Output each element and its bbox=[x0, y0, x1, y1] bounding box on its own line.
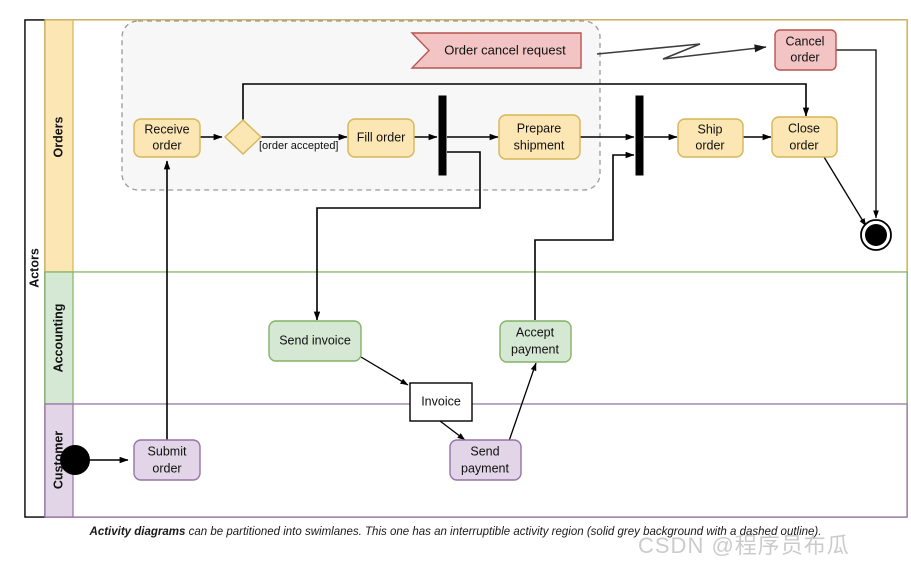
node-cancel-order-label-line1: Cancel bbox=[786, 34, 825, 48]
node-receive-order[interactable]: Receive order bbox=[133, 118, 201, 158]
node-send-payment-label-line1: Send bbox=[470, 444, 499, 458]
swimlane-accounting[interactable]: Accounting bbox=[44, 271, 908, 405]
node-initial[interactable] bbox=[60, 445, 90, 475]
node-fill-order[interactable]: Fill order bbox=[347, 118, 415, 158]
node-ship-order-label-line1: Ship bbox=[697, 122, 722, 136]
partition-header-label: Actors bbox=[27, 248, 41, 288]
node-final-inner-disc bbox=[865, 224, 887, 246]
node-cancel-order-label-line2: order bbox=[790, 50, 819, 64]
figure-caption-rest: can be partitioned into swimlanes. This … bbox=[185, 526, 822, 538]
node-close-order[interactable]: Close order bbox=[771, 116, 838, 158]
node-invoice-object-label: Invoice bbox=[421, 394, 461, 408]
node-receive-order-label-line1: Receive bbox=[144, 122, 189, 136]
node-submit-order-label-line1: Submit bbox=[148, 444, 187, 458]
swimlane-accounting-label: Accounting bbox=[51, 304, 65, 373]
node-accept-payment[interactable]: Accept payment bbox=[499, 320, 572, 363]
node-join-bar[interactable] bbox=[635, 95, 644, 176]
partition-header-actors: Actors bbox=[24, 19, 46, 518]
node-prepare-shipment[interactable]: Prepare shipment bbox=[498, 114, 581, 160]
activity-diagram-root: Actors Orders Accounting Customer [order… bbox=[0, 0, 911, 561]
node-close-order-label-line1: Close bbox=[788, 121, 820, 135]
node-order-cancel-request[interactable]: Order cancel request bbox=[410, 32, 582, 69]
swimlane-accounting-body bbox=[44, 271, 908, 405]
node-close-order-label-line2: order bbox=[789, 138, 818, 152]
node-ship-order[interactable]: Ship order bbox=[677, 118, 744, 158]
node-accept-payment-label-line2: payment bbox=[511, 342, 559, 356]
node-send-invoice-label: Send invoice bbox=[279, 333, 351, 347]
node-cancel-order[interactable]: Cancel order bbox=[774, 29, 837, 71]
activity-diagram-canvas: Actors Orders Accounting Customer [order… bbox=[24, 19, 908, 518]
node-submit-order-label-line2: order bbox=[152, 461, 181, 475]
node-final[interactable] bbox=[860, 219, 892, 251]
node-fork-bar[interactable] bbox=[438, 95, 447, 176]
node-submit-order[interactable]: Submit order bbox=[133, 439, 201, 481]
node-invoice-object[interactable]: Invoice bbox=[409, 382, 473, 422]
node-send-invoice[interactable]: Send invoice bbox=[268, 320, 362, 362]
node-send-payment[interactable]: Send payment bbox=[449, 439, 522, 481]
node-prepare-shipment-label-line1: Prepare bbox=[517, 121, 562, 135]
figure-caption-bold: Activity diagrams bbox=[89, 526, 186, 538]
figure-caption: Activity diagrams can be partitioned int… bbox=[0, 526, 911, 538]
node-fill-order-label: Fill order bbox=[357, 130, 406, 144]
node-prepare-shipment-label-line2: shipment bbox=[514, 138, 565, 152]
node-accept-payment-label-line1: Accept bbox=[516, 325, 555, 339]
guard-order-accepted: [order accepted] bbox=[259, 140, 339, 152]
node-send-payment-label-line2: payment bbox=[461, 461, 509, 475]
node-order-cancel-request-label: Order cancel request bbox=[444, 42, 566, 57]
node-ship-order-label-line2: order bbox=[695, 138, 724, 152]
node-receive-order-label-line2: order bbox=[152, 138, 181, 152]
swimlane-orders-label: Orders bbox=[51, 116, 65, 157]
